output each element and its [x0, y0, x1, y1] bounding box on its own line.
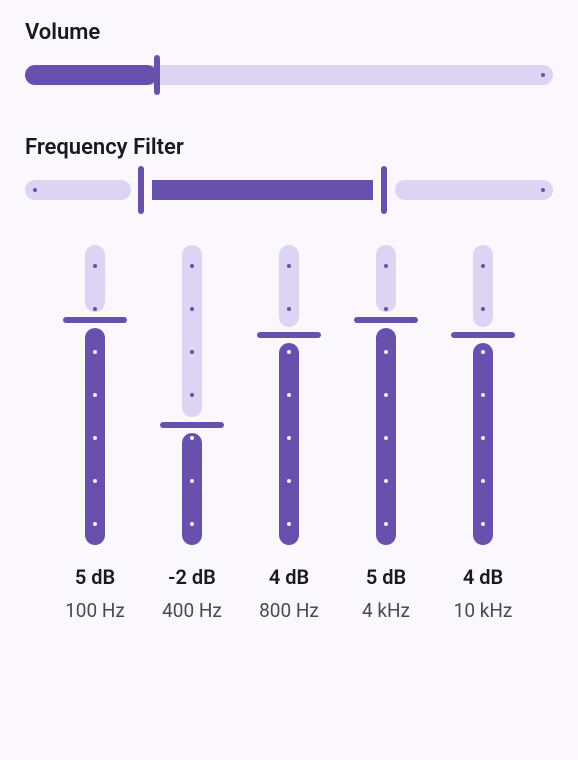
eq-tick: [93, 307, 97, 311]
eq-slider[interactable]: [257, 245, 321, 545]
eq-db-label: 5 dB: [366, 565, 406, 589]
eq-tick: [481, 393, 485, 397]
eq-tick: [481, 522, 485, 526]
eq-thumb[interactable]: [354, 317, 418, 323]
volume-thumb[interactable]: [154, 55, 160, 95]
eq-tick: [190, 307, 194, 311]
eq-tick: [384, 436, 388, 440]
eq-freq-label: 10 kHz: [454, 599, 513, 622]
eq-tick: [384, 264, 388, 268]
eq-tick: [384, 307, 388, 311]
eq-band: 5 dB 4 kHz: [346, 245, 426, 622]
eq-track-top: [85, 245, 105, 312]
eq-tick: [287, 264, 291, 268]
eq-thumb[interactable]: [63, 317, 127, 323]
frequency-track-left: [25, 180, 131, 200]
eq-tick: [190, 522, 194, 526]
frequency-fill: [152, 180, 374, 200]
eq-track-top: [182, 245, 202, 417]
eq-tick: [287, 479, 291, 483]
eq-band: 4 dB 10 kHz: [443, 245, 523, 622]
equalizer-row: 5 dB 100 Hz -2 dB 400 Hz 4 dB 800 Hz 5 dB 4 kHz…: [25, 245, 553, 622]
eq-track-bottom: [473, 343, 493, 545]
eq-db-label: 5 dB: [75, 565, 115, 589]
frequency-filter-slider[interactable]: [25, 180, 553, 200]
eq-db-label: 4 dB: [269, 565, 309, 589]
eq-tick: [190, 350, 194, 354]
eq-db-label: -2 dB: [168, 565, 216, 589]
eq-band: -2 dB 400 Hz: [152, 245, 232, 622]
eq-db-label: 4 dB: [463, 565, 503, 589]
eq-tick: [384, 479, 388, 483]
volume-label: Volume: [25, 20, 553, 45]
eq-slider[interactable]: [451, 245, 515, 545]
eq-slider[interactable]: [63, 245, 127, 545]
volume-slider[interactable]: [25, 65, 553, 85]
eq-tick: [384, 393, 388, 397]
eq-tick: [481, 307, 485, 311]
eq-track-bottom: [279, 343, 299, 545]
eq-tick: [93, 479, 97, 483]
eq-tick: [384, 350, 388, 354]
eq-tick: [481, 479, 485, 483]
eq-tick: [287, 436, 291, 440]
eq-tick: [190, 393, 194, 397]
frequency-thumb-low[interactable]: [138, 166, 144, 214]
eq-thumb[interactable]: [160, 422, 224, 428]
eq-tick: [481, 264, 485, 268]
frequency-filter-label: Frequency Filter: [25, 135, 553, 160]
eq-thumb[interactable]: [451, 332, 515, 338]
eq-track-bottom: [182, 433, 202, 545]
eq-slider[interactable]: [160, 245, 224, 545]
eq-tick: [93, 522, 97, 526]
eq-tick: [93, 350, 97, 354]
eq-band: 5 dB 100 Hz: [55, 245, 135, 622]
eq-track-top: [279, 245, 299, 327]
eq-track-top: [376, 245, 396, 312]
eq-tick: [481, 350, 485, 354]
eq-thumb[interactable]: [257, 332, 321, 338]
eq-freq-label: 400 Hz: [162, 599, 222, 622]
eq-tick: [93, 264, 97, 268]
frequency-thumb-high[interactable]: [381, 166, 387, 214]
eq-tick: [287, 307, 291, 311]
volume-end-tick: [541, 73, 545, 77]
eq-band: 4 dB 800 Hz: [249, 245, 329, 622]
eq-slider[interactable]: [354, 245, 418, 545]
eq-freq-label: 4 kHz: [362, 599, 410, 622]
eq-tick: [190, 479, 194, 483]
frequency-track-right: [395, 180, 553, 200]
eq-tick: [93, 436, 97, 440]
eq-tick: [384, 522, 388, 526]
eq-freq-label: 100 Hz: [65, 599, 125, 622]
volume-fill: [25, 65, 157, 85]
eq-tick: [287, 393, 291, 397]
eq-track-top: [473, 245, 493, 327]
frequency-start-tick: [33, 188, 37, 192]
eq-freq-label: 800 Hz: [259, 599, 319, 622]
eq-tick: [190, 264, 194, 268]
eq-tick: [287, 350, 291, 354]
eq-tick: [481, 436, 485, 440]
eq-tick: [190, 436, 194, 440]
eq-tick: [287, 522, 291, 526]
eq-tick: [93, 393, 97, 397]
frequency-end-tick: [541, 188, 545, 192]
